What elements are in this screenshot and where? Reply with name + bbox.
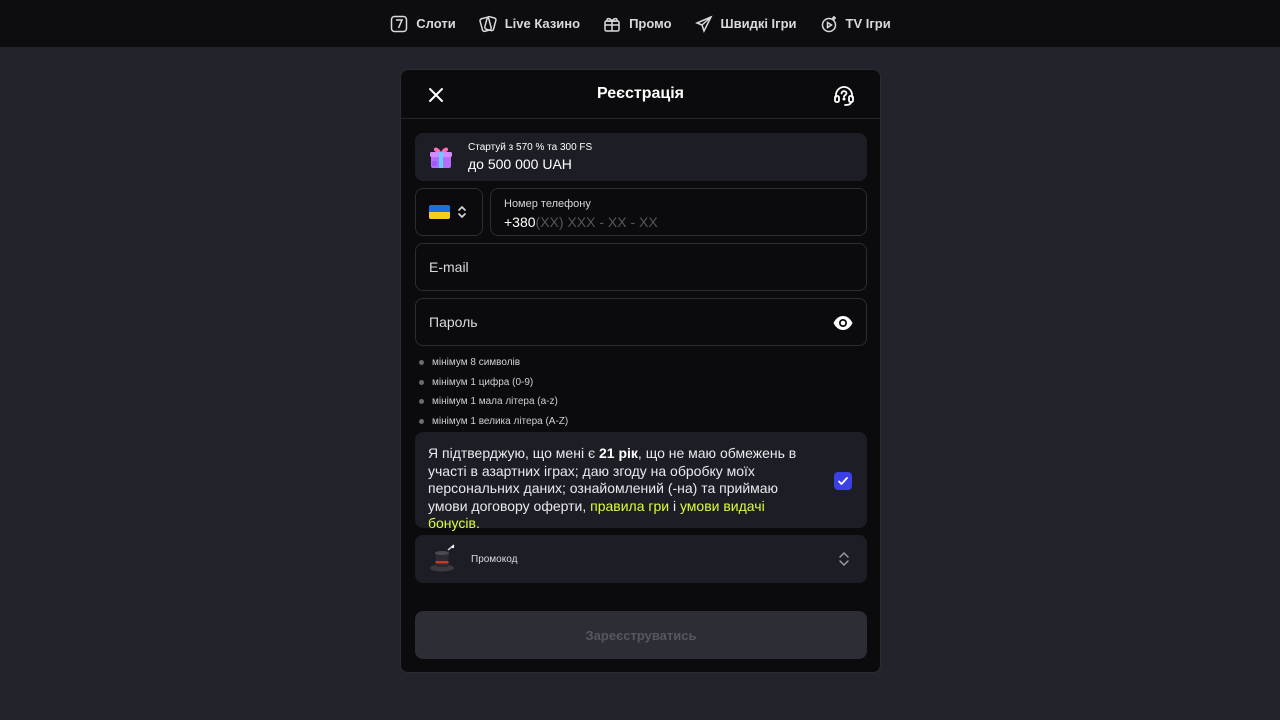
eye-icon[interactable] [832,312,854,334]
nav-item-fast-games[interactable]: Швидкі Ігри [694,14,797,34]
headset-support-icon[interactable] [832,83,856,107]
paper-plane-icon [694,15,713,33]
password-rule: мінімум 1 велика літера (A-Z) [419,412,568,432]
password-rules: мінімум 8 символів мінімум 1 цифра (0-9)… [419,353,568,431]
consent-text: Я підтверджую, що мені є 21 рік, що не м… [428,445,797,531]
country-code-select[interactable] [415,188,483,236]
nav-label: Швидкі Ігри [720,16,797,31]
phone-mask: (XX) XXX - XX - XX [535,214,658,230]
password-rule: мінімум 8 символів [419,353,568,373]
magic-hat-icon [430,544,455,572]
bonus-amount: до 500 000 UAH [468,156,572,172]
password-field[interactable]: Пароль [415,298,867,346]
nav-item-live-casino[interactable]: Live Казино [478,14,580,34]
phone-input[interactable]: Номер телефону +380(XX) XXX - XX - XX [490,188,867,236]
nav-label: Слоти [416,16,456,31]
promo-code-label: Промокод [471,553,518,565]
email-field[interactable]: E-mail [415,243,867,291]
rule-text: мінімум 1 мала літера (a-z) [432,396,558,408]
cards-icon [479,15,497,32]
nav-label: Live Казино [504,16,581,31]
phone-prefix: +380 [504,214,536,230]
tv-play-icon [821,15,836,32]
consent-checkbox[interactable] [834,472,852,490]
register-button[interactable]: Зареєструватись [415,611,867,659]
top-nav: Слоти Live Казино Промо Швидкі Ігри TV І… [0,0,1280,47]
consent-age: 21 рік [599,445,638,461]
modal-header: Реєстрація [401,70,880,119]
game-rules-link[interactable]: правила гри [590,498,669,514]
password-placeholder: Пароль [429,314,478,330]
gift-box-icon [430,147,452,168]
nav-item-promo[interactable]: Промо [602,14,672,34]
email-placeholder: E-mail [429,259,469,275]
nav-item-slots[interactable]: Слоти [389,14,456,34]
phone-value: +380(XX) XXX - XX - XX [504,214,658,230]
bonus-title: Стартуй з 570 % та 300 FS [468,142,593,153]
gift-icon [604,17,620,32]
ukraine-flag-icon [429,205,450,219]
bonus-banner: Стартуй з 570 % та 300 FS до 500 000 UAH [415,133,867,181]
close-icon[interactable] [425,84,447,106]
nav-label: TV Ігри [845,16,891,31]
page-title: Реєстрація [596,85,685,102]
bonus-texts: Стартуй з 570 % та 300 FS до 500 000 UAH [468,142,592,172]
password-rule: мінімум 1 мала літера (a-z) [419,392,568,412]
checkmark-icon [838,477,848,485]
rule-text: мінімум 1 цифра (0-9) [432,376,534,388]
chevron-up-down-icon [458,205,466,219]
rule-text: мінімум 1 велика літера (A-Z) [432,415,569,427]
password-rule: мінімум 1 цифра (0-9) [419,373,568,393]
chevron-up-down-icon [839,551,849,567]
rule-text: мінімум 8 символів [432,357,521,369]
consent-box: Я підтверджую, що мені є 21 рік, що не м… [415,432,867,531]
promo-code-toggle[interactable]: Промокод [415,535,867,583]
slot-seven-icon [391,15,408,32]
nav-label: Промо [629,16,672,31]
registration-modal: Реєстрація Стартуй з 570 % та 300 FS до … [400,69,881,673]
nav-item-tv-games[interactable]: TV Ігри [819,14,891,34]
phone-label: Номер телефону [504,198,591,210]
